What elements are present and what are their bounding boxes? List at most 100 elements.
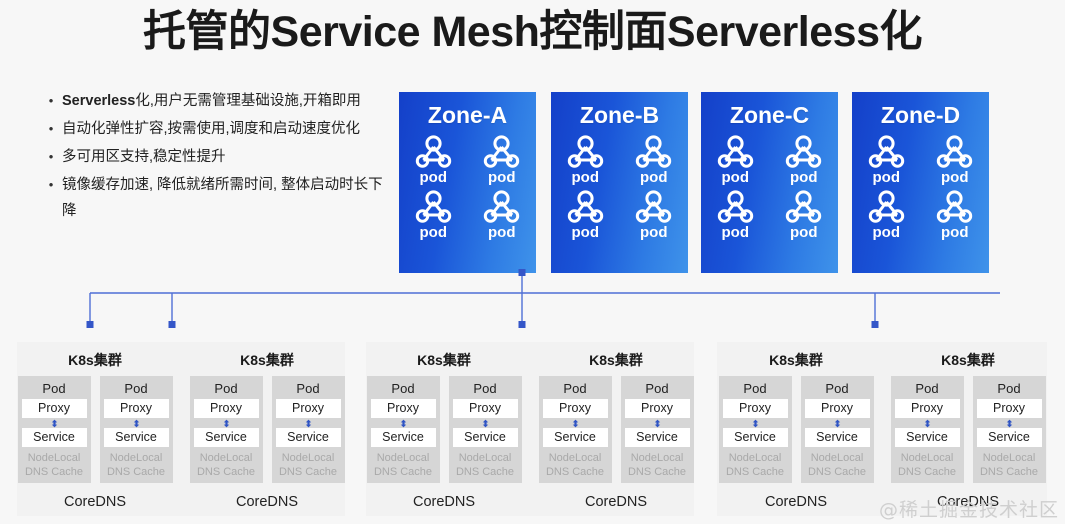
proxy-box[interactable]: Proxy [976, 399, 1042, 418]
cluster-title: K8s集群 [417, 352, 471, 368]
proxy-box[interactable]: Proxy [542, 399, 608, 418]
cluster-pod-column[interactable]: Pod Proxy Service NodeLocal DNS Cache [718, 376, 792, 483]
zone-pod[interactable]: pod [567, 135, 604, 186]
zone-card[interactable]: Zone-C pod pod pod pod [701, 92, 838, 273]
zone-pod-grid: pod pod pod pod [701, 135, 838, 241]
proxy-box[interactable]: Proxy [275, 399, 341, 418]
bullet-item: • 镜像缓存加速, 降低就绪所需时间, 整体启动时长下降 [40, 172, 390, 224]
zone-pod[interactable]: pod [785, 135, 822, 186]
service-box[interactable]: Service [21, 428, 87, 447]
service-box[interactable]: Service [103, 428, 169, 447]
double-arrow-icon [1006, 419, 1012, 427]
service-box[interactable]: Service [452, 428, 518, 447]
zone-pod[interactable]: pod [936, 190, 973, 241]
zone-card[interactable]: Zone-D pod pod pod pod [852, 92, 989, 273]
cluster-pod-column[interactable]: Pod Proxy Service NodeLocal DNS Cache [17, 376, 91, 483]
coredns-label: CoreDNS [412, 494, 476, 510]
k8s-cluster-card[interactable]: K8s集群 Pod Proxy Service NodeLocal DNS Cache P… [717, 342, 875, 516]
k8s-cluster-card[interactable]: K8s集群 Pod Proxy Service NodeLocal DNS Cache P… [189, 342, 345, 516]
double-arrow-icon [223, 419, 229, 427]
cluster-pod-column[interactable]: Pod Proxy Service NodeLocal DNS Cache [800, 376, 874, 483]
cluster-pod-column[interactable]: Pod Proxy Service NodeLocal DNS Cache [271, 376, 345, 483]
cache-line-2: DNS Cache [807, 466, 867, 478]
proxy-box[interactable]: Proxy [370, 399, 436, 418]
bullet-marker-icon: • [48, 93, 54, 108]
cluster-pod-column[interactable]: Pod Proxy Service NodeLocal DNS Cache [99, 376, 173, 483]
zone-card[interactable]: Zone-A pod pod pod pod [399, 92, 536, 273]
cluster-pod-label: Pod [214, 381, 238, 396]
connector-arrowheads [86, 269, 879, 328]
zone-pod[interactable]: pod [483, 135, 520, 186]
nodelocal-dns-cache-label: NodeLocal DNS Cache [977, 447, 1042, 479]
k8s-cluster-card[interactable]: K8s集群 Pod Proxy Service NodeLocal DNS Cache P… [366, 342, 522, 516]
proxy-service-link [723, 418, 788, 428]
cache-line-1: NodeLocal [630, 452, 684, 464]
pod-node-graph-icon [868, 190, 904, 223]
zone-pod[interactable]: pod [635, 190, 672, 241]
proxy-box[interactable]: Proxy [804, 399, 870, 418]
nodelocal-dns-cache-label: NodeLocal DNS Cache [194, 447, 259, 479]
cluster-pod-label: Pod [296, 381, 320, 396]
cluster-group: K8s集群 Pod Proxy Service NodeLocal DNS Cache P… [717, 342, 1047, 516]
proxy-box[interactable]: Proxy [894, 399, 960, 418]
cluster-pod-column[interactable]: Pod Proxy Service NodeLocal DNS Cache [890, 376, 964, 483]
cluster-pod-column[interactable]: Pod Proxy Service NodeLocal DNS Cache [620, 376, 694, 483]
service-box[interactable]: Service [976, 428, 1042, 447]
cache-line-1: NodeLocal [109, 452, 163, 464]
zone-card[interactable]: Zone-B pod pod pod pod [551, 92, 688, 273]
zone-pod-label: pod [571, 169, 600, 186]
proxy-box[interactable]: Proxy [103, 399, 169, 418]
zone-pod[interactable]: pod [483, 190, 520, 241]
zone-pod[interactable]: pod [717, 190, 754, 241]
zone-pod-label: pod [941, 224, 969, 241]
cache-line-1: NodeLocal [982, 452, 1036, 464]
arrowhead-down-center [518, 321, 526, 328]
cache-line-2: DNS Cache [24, 466, 84, 478]
service-box[interactable]: Service [894, 428, 960, 447]
zone-pod[interactable]: pod [868, 190, 905, 241]
zone-pod-label: pod [640, 224, 668, 241]
service-box[interactable]: Service [722, 428, 788, 447]
cluster-group: K8s集群 Pod Proxy Service NodeLocal DNS Cache P… [366, 342, 694, 516]
cluster-pod-column[interactable]: Pod Proxy Service NodeLocal DNS Cache [538, 376, 612, 483]
zone-pod[interactable]: pod [717, 135, 754, 186]
zone-pod[interactable]: pod [415, 135, 452, 186]
cluster-pod-column[interactable]: Pod Proxy Service NodeLocal DNS Cache [972, 376, 1046, 483]
cluster-pod-label: Pod [743, 381, 767, 396]
cache-line-2: DNS Cache [278, 466, 338, 478]
zone-pod-label: pod [721, 224, 750, 241]
cluster-pod-label: Pod [645, 381, 669, 396]
service-box[interactable]: Service [193, 428, 259, 447]
service-box[interactable]: Service [542, 428, 608, 447]
service-box[interactable]: Service [275, 428, 341, 447]
zone-pod[interactable]: pod [785, 190, 822, 241]
cache-line-1: NodeLocal [376, 452, 430, 464]
proxy-box[interactable]: Proxy [193, 399, 259, 418]
cluster-pod-column[interactable]: Pod Proxy Service NodeLocal DNS Cache [366, 376, 440, 483]
proxy-box[interactable]: Proxy [452, 399, 518, 418]
proxy-box[interactable]: Proxy [722, 399, 788, 418]
zone-pod[interactable]: pod [567, 190, 604, 241]
proxy-box[interactable]: Proxy [21, 399, 87, 418]
zone-title: Zone-A [427, 102, 508, 128]
cluster-pod-columns: Pod Proxy Service NodeLocal DNS Cache Pod Pro… [17, 376, 173, 483]
zone-pod[interactable]: pod [868, 135, 905, 186]
k8s-cluster-card[interactable]: K8s集群 Pod Proxy Service NodeLocal DNS Cache P… [889, 342, 1047, 516]
zone-pod[interactable]: pod [415, 190, 452, 241]
pod-node-graph-icon [937, 190, 973, 223]
bullet-text-rest: 自动化弹性扩容,按需使用,调度和启动速度优化 [62, 121, 361, 137]
service-box[interactable]: Service [624, 428, 690, 447]
cache-line-1: NodeLocal [281, 452, 335, 464]
bullet-text-rest: 多可用区支持,稳定性提升 [62, 149, 226, 165]
cluster-pod-column[interactable]: Pod Proxy Service NodeLocal DNS Cache [189, 376, 263, 483]
k8s-cluster-card[interactable]: K8s集群 Pod Proxy Service NodeLocal DNS Cache P… [538, 342, 694, 516]
cluster-title: K8s集群 [240, 352, 294, 368]
cluster-pod-column[interactable]: Pod Proxy Service NodeLocal DNS Cache [448, 376, 522, 483]
k8s-cluster-card[interactable]: K8s集群 Pod Proxy Service NodeLocal DNS Cache P… [17, 342, 173, 516]
zone-pod[interactable]: pod [635, 135, 672, 186]
zone-pod[interactable]: pod [936, 135, 973, 186]
proxy-box[interactable]: Proxy [624, 399, 690, 418]
zone-pod-grid: pod pod pod pod [852, 135, 989, 241]
service-box[interactable]: Service [804, 428, 870, 447]
service-box[interactable]: Service [370, 428, 436, 447]
